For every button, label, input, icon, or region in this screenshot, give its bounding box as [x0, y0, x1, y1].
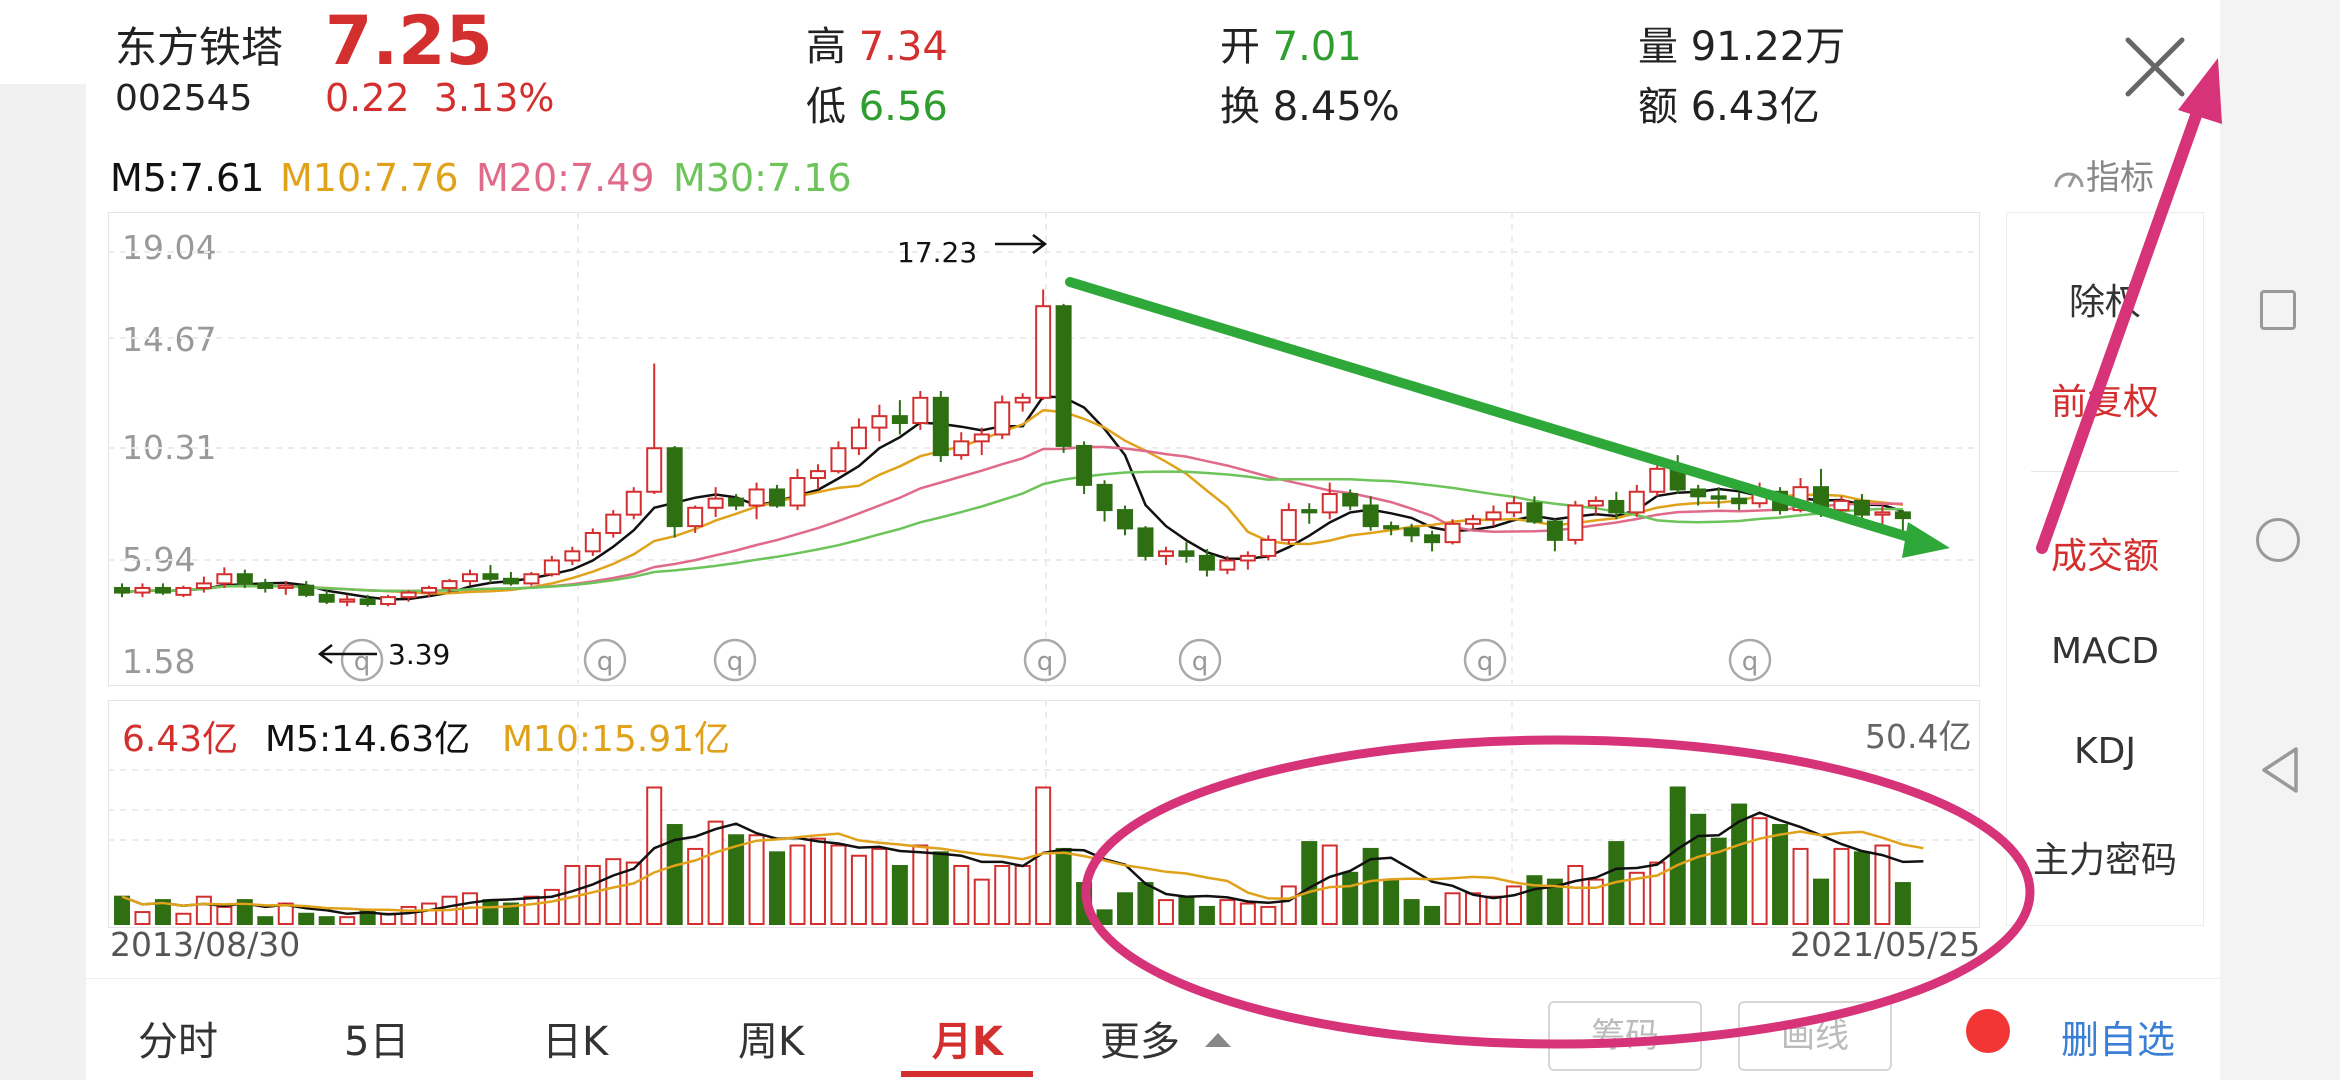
record-dot-icon[interactable]: [1966, 1009, 2010, 1053]
high-stat: 高 7.34: [806, 14, 948, 72]
tab-daily[interactable]: 日K: [542, 1009, 608, 1067]
side-item-main-force[interactable]: 主力密码: [2007, 831, 2203, 883]
tab-monthly[interactable]: 月K: [932, 1009, 1003, 1067]
volume-value: 91.22万: [1690, 24, 1846, 70]
volume-label: 量: [1638, 24, 1678, 70]
tab-5day[interactable]: 5日: [344, 1009, 409, 1067]
side-item-macd[interactable]: MACD: [2007, 631, 2203, 672]
volume-m10: M10:15.91亿: [502, 719, 731, 760]
turnover-value: 8.45%: [1272, 84, 1400, 130]
system-nav-bar: [2220, 0, 2340, 1080]
low-value: 6.56: [858, 84, 948, 130]
ma20-legend: M20:7.49: [476, 156, 655, 200]
high-value: 7.34: [858, 24, 948, 70]
chips-button[interactable]: 筹码: [1548, 1001, 1702, 1071]
current-price: 7.25: [325, 2, 493, 81]
indicator-gauge-icon: [2054, 172, 2084, 188]
open-stat: 开 7.01: [1220, 14, 1362, 72]
price-axis-label: 1.58: [122, 642, 196, 681]
change-percent: 3.13%: [433, 76, 555, 120]
nav-back-icon[interactable]: [2260, 745, 2300, 795]
price-axis-label: 19.04: [122, 228, 217, 267]
active-tab-indicator: [901, 1071, 1033, 1077]
low-stat: 低 6.56: [806, 74, 948, 132]
ma10-legend: M10:7.76: [280, 156, 459, 200]
open-value: 7.01: [1272, 24, 1362, 70]
open-label: 开: [1220, 24, 1260, 70]
remove-favorite-button[interactable]: 删自选: [2061, 1009, 2175, 1064]
kline-panel: [108, 212, 1980, 686]
left-margin: [0, 0, 86, 1080]
side-item-turnover[interactable]: 成交额: [2007, 527, 2203, 579]
stock-name: 东方铁塔: [115, 23, 284, 72]
price-axis-label: 14.67: [122, 320, 217, 359]
period-tabs: 分时 5日 日K 周K 月K 更多 筹码 画线 删自选: [86, 978, 2220, 1081]
price-axis-label: 10.31: [122, 428, 217, 467]
indicator-label: 指标: [2086, 158, 2154, 198]
ma30-legend: M30:7.16: [673, 156, 852, 200]
turnover-stat: 换 8.45%: [1220, 74, 1400, 132]
ma5-legend: M5:7.61: [110, 156, 265, 200]
stock-code: 002545: [115, 78, 253, 119]
start-date: 2013/08/30: [110, 925, 301, 964]
amount-value: 6.43亿: [1690, 84, 1820, 130]
amount-stat: 额 6.43亿: [1638, 74, 1820, 132]
tab-more[interactable]: 更多: [1100, 1009, 1233, 1067]
end-date: 2021/05/25: [1790, 925, 1981, 964]
price-axis-label: 5.94: [122, 540, 196, 579]
nav-square-icon[interactable]: [2260, 290, 2296, 330]
tab-more-label: 更多: [1100, 1019, 1180, 1065]
side-item-forward-adjust[interactable]: 前复权: [2007, 373, 2203, 425]
amount-label: 额: [1638, 84, 1678, 130]
volume-m5: M5:14.63亿: [265, 719, 471, 760]
tab-weekly[interactable]: 周K: [738, 1009, 804, 1067]
draw-line-button[interactable]: 画线: [1738, 1001, 1892, 1071]
price-change: 0.22 3.13%: [325, 76, 555, 120]
side-item-exright[interactable]: 除权: [2007, 273, 2203, 325]
side-item-kdj[interactable]: KDJ: [2007, 731, 2203, 772]
close-icon[interactable]: [2120, 32, 2190, 102]
low-label: 低: [806, 84, 846, 130]
volume-amount: 6.43亿: [122, 719, 239, 760]
tab-intraday[interactable]: 分时: [138, 1009, 218, 1067]
high-label: 高: [806, 24, 846, 70]
dropdown-triangle-icon: [1204, 1033, 1231, 1047]
indicator-button[interactable]: 指标: [2052, 150, 2154, 199]
turnover-label: 换: [1220, 84, 1260, 130]
nav-circle-icon[interactable]: [2256, 518, 2300, 562]
change-amount: 0.22: [325, 76, 410, 120]
volume-max: 50.4亿: [1865, 717, 1972, 756]
volume-stat: 量 91.22万: [1638, 14, 1845, 72]
side-menu: 除权 前复权 成交额 MACD KDJ 主力密码: [2006, 212, 2204, 926]
